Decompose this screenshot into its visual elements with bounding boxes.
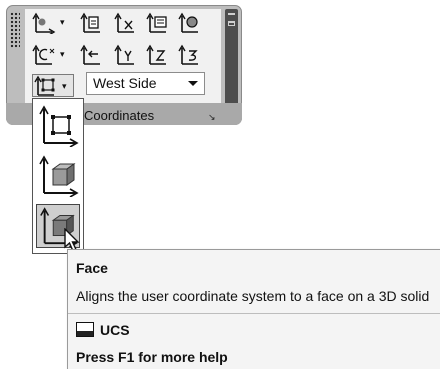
panel-side-bar[interactable] (225, 9, 238, 105)
ucs-y-button[interactable] (114, 44, 140, 66)
ucs-world-icon (178, 12, 198, 33)
panel-return-icon (228, 21, 235, 26)
ucs-face-icon (34, 75, 55, 96)
tooltip-title: Face (76, 260, 108, 276)
ucs-zaxis-button[interactable] (32, 44, 58, 66)
ucs-origin-icon (32, 12, 56, 34)
tooltip: Face Aligns the user coordinate system t… (67, 249, 440, 369)
ucs-origin-dropdown-icon[interactable]: ▾ (60, 18, 65, 27)
ucs-zaxis-icon (32, 44, 55, 65)
panel-pin-icon (228, 13, 235, 15)
panel-dialog-launcher-icon[interactable]: ↘ (208, 112, 216, 123)
view-select[interactable]: West Side (86, 72, 205, 95)
tooltip-description: Aligns the user coordinate system to a f… (76, 288, 430, 304)
ucs-x-icon (114, 12, 134, 33)
ucs-object-icon (39, 105, 79, 148)
tooltip-help: Press F1 for more help (76, 349, 228, 365)
ucs-3point-button[interactable] (178, 44, 204, 66)
ucs-named-button[interactable] (80, 12, 106, 34)
command-line-icon (76, 322, 94, 337)
ucs-box-icon (39, 155, 79, 198)
ribbon-screenshot: Coordinates ↘ ▾ ▾ ▾ West Side Face Align… (0, 0, 440, 369)
ucs-z-icon (146, 44, 166, 65)
ucs-y-icon (114, 44, 134, 65)
ucs-world-button[interactable] (178, 12, 204, 34)
ucs-origin-button[interactable] (32, 12, 58, 34)
tooltip-command: UCS (100, 322, 130, 338)
ucs-previous-button[interactable] (80, 44, 106, 66)
ucs-view-button[interactable] (146, 12, 172, 34)
ucs-face-button[interactable] (34, 75, 60, 97)
chevron-down-icon (188, 81, 198, 86)
ucs-view-icon (146, 12, 167, 33)
view-select-value: West Side (93, 75, 157, 91)
ucs-z-button[interactable] (146, 44, 172, 66)
panel-grip[interactable] (10, 12, 20, 48)
flyout-item-box[interactable] (36, 153, 80, 198)
flyout-item-object[interactable] (36, 103, 80, 148)
ucs-3point-icon (178, 44, 198, 65)
ucs-named-icon (80, 12, 100, 33)
tooltip-divider (68, 313, 440, 314)
panel-title: Coordinates (84, 108, 155, 123)
ucs-zaxis-dropdown-icon[interactable]: ▾ (60, 50, 65, 59)
ucs-previous-icon (80, 44, 100, 65)
ucs-x-button[interactable] (114, 12, 140, 34)
ucs-face-dropdown-icon[interactable]: ▾ (62, 82, 67, 91)
